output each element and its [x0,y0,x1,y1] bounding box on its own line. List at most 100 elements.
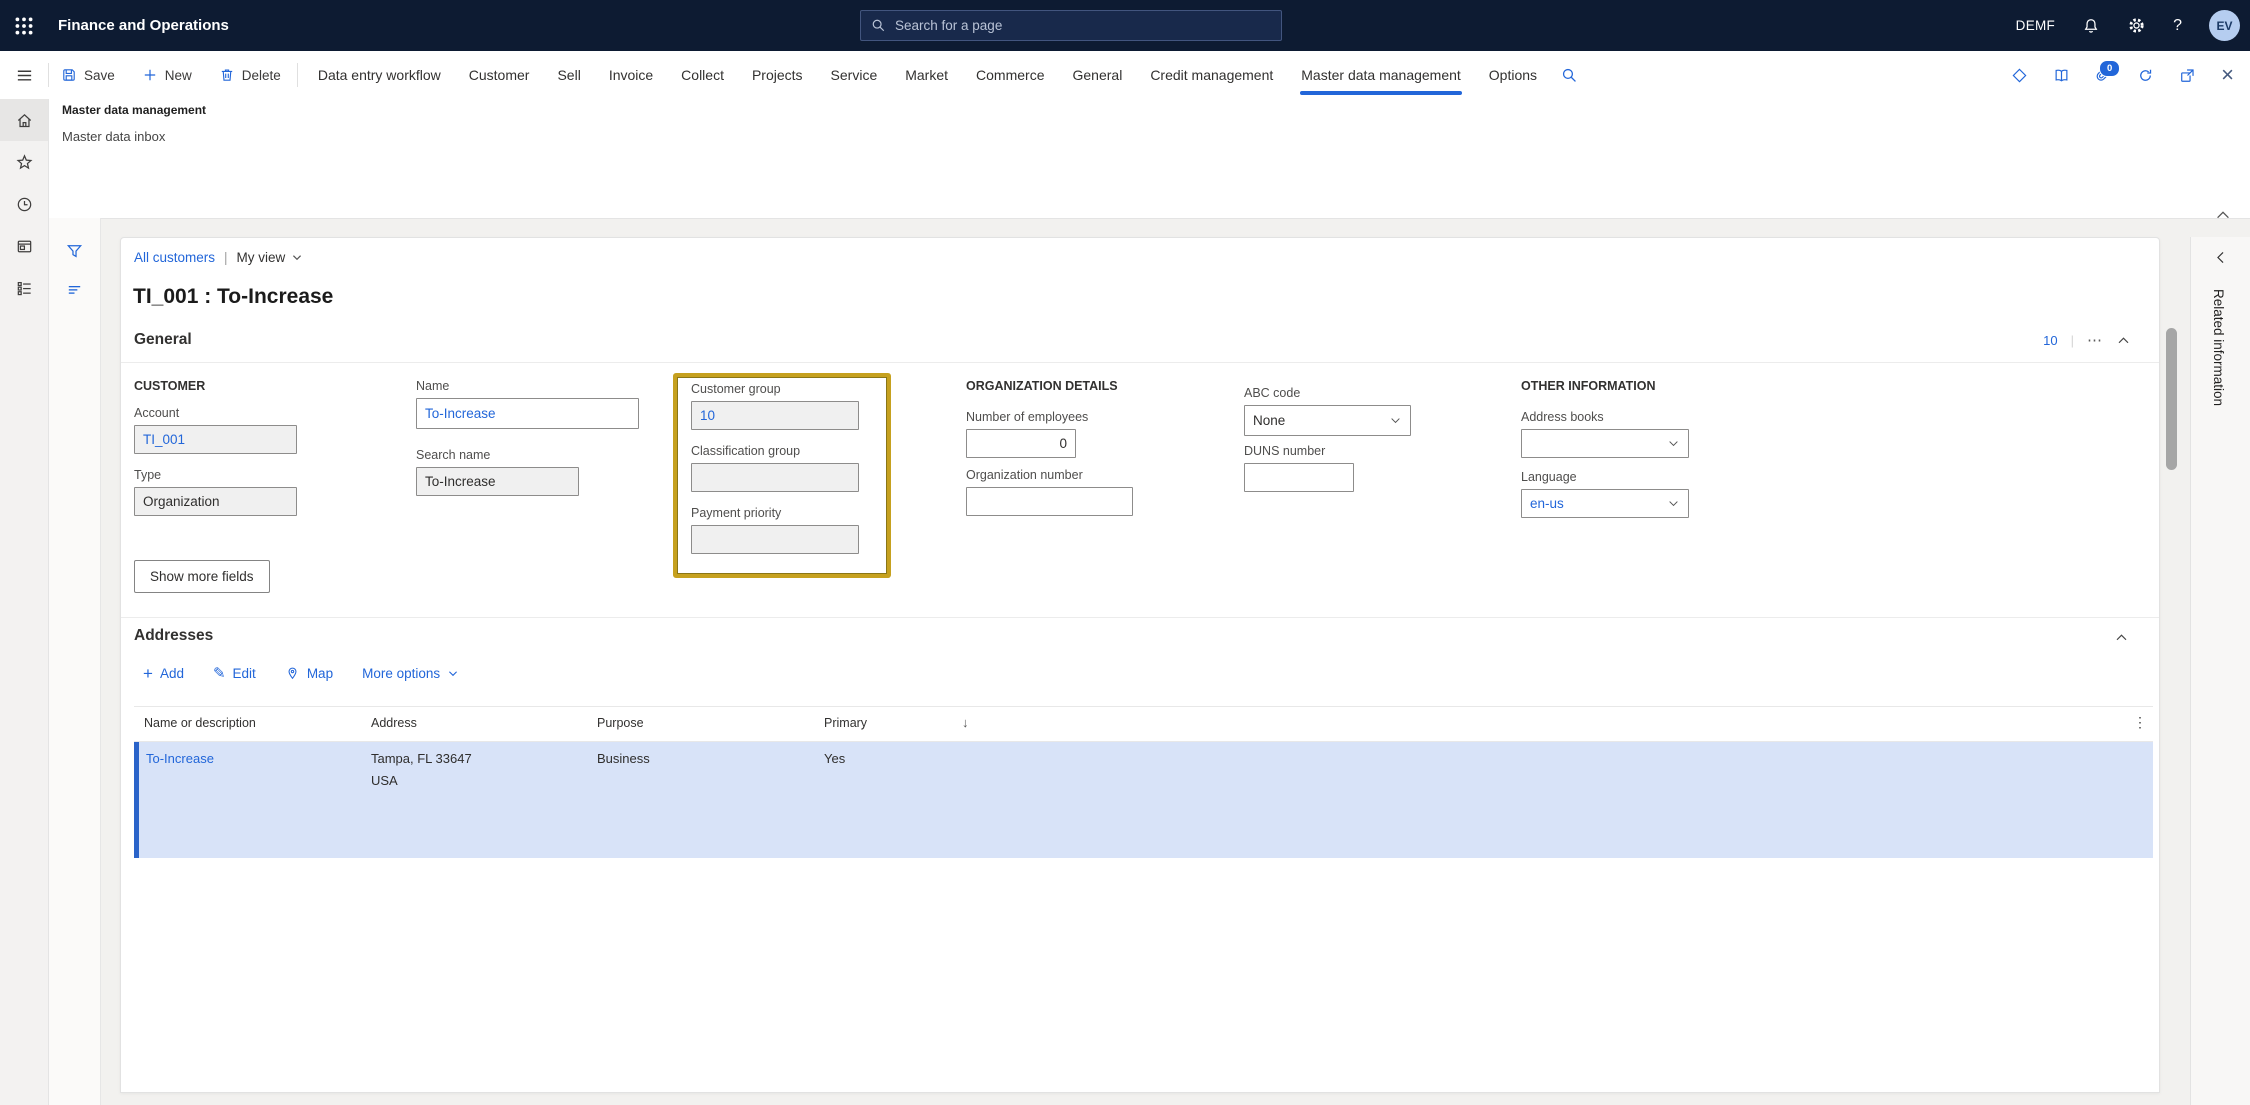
address-row-selected[interactable]: To-Increase Tampa, FL 33647 USA Business… [134,742,2153,858]
more-options-button[interactable]: More options [362,666,459,681]
nav-favorites[interactable] [0,141,48,183]
customer-group-input[interactable]: 10 [691,401,859,430]
collapse-addresses-chevron-icon[interactable] [2114,632,2129,643]
account-field: Account TI_001 [134,406,297,454]
other-information-heading: OTHER INFORMATION [1521,379,1655,393]
star-icon [15,153,34,172]
duns-number-input[interactable] [1244,463,1354,492]
refresh-icon[interactable] [2137,67,2154,84]
close-page-icon[interactable]: × [2221,64,2234,86]
tab-credit-management[interactable]: Credit management [1136,51,1287,99]
add-address-button[interactable]: + Add [143,665,184,682]
type-field: Type Organization [134,468,297,516]
tab-master-data-management[interactable]: Master data management [1287,51,1475,99]
task-list-icon[interactable] [48,270,100,308]
show-more-fields-button[interactable]: Show more fields [134,560,270,593]
divider: | [2071,333,2074,348]
workspace-window-icon [15,237,34,256]
modules-list-icon [15,279,34,298]
section-divider [121,362,2159,363]
account-input[interactable]: TI_001 [134,425,297,454]
settings-gear-icon[interactable] [2127,16,2146,35]
tab-options[interactable]: Options [1475,51,1551,99]
sort-descending-icon[interactable]: ↓ [962,715,969,730]
nav-workspaces[interactable] [0,225,48,267]
save-button[interactable]: Save [61,67,115,83]
app-launcher-icon[interactable] [0,0,48,51]
abc-code-select[interactable]: None [1244,405,1411,436]
command-group: Save New Delete [49,67,297,83]
search-name-input[interactable]: To-Increase [416,467,579,496]
number-of-employees-input[interactable]: 0 [966,429,1076,458]
cell-primary: Yes [824,751,845,766]
col-header-name[interactable]: Name or description [144,716,256,730]
collapse-header-chevron-icon[interactable] [2214,208,2232,222]
filter-funnel-icon[interactable] [48,232,100,270]
tab-market[interactable]: Market [891,51,962,99]
power-apps-icon[interactable] [2011,67,2028,84]
col-header-purpose[interactable]: Purpose [597,716,644,730]
tab-service[interactable]: Service [817,51,892,99]
app-screen: Finance and Operations Search for a page… [0,0,2250,1105]
open-in-new-window-icon[interactable] [2179,67,2196,84]
environment-badge[interactable]: DEMF [2016,18,2055,33]
tab-customer[interactable]: Customer [455,51,544,99]
more-options-icon[interactable]: ⋯ [2087,336,2103,346]
col-header-primary[interactable]: Primary [824,716,867,730]
task-guide-icon[interactable] [2053,67,2070,84]
action-pane-right-icons: 0 × [2011,64,2250,86]
save-icon [61,67,77,83]
tab-collect[interactable]: Collect [667,51,738,99]
col-header-address[interactable]: Address [371,716,417,730]
type-input[interactable]: Organization [134,487,297,516]
address-books-select[interactable] [1521,429,1689,458]
cell-address-line1: Tampa, FL 33647 [371,751,472,766]
notifications-bell-icon[interactable] [2082,17,2100,35]
payment-priority-input[interactable] [691,525,859,554]
cell-name[interactable]: To-Increase [146,751,214,766]
action-pane-search-icon[interactable] [1561,67,1578,84]
hamburger-menu-icon[interactable] [0,51,48,99]
addresses-section-title[interactable]: Addresses [134,627,213,645]
vertical-scrollbar[interactable] [2166,328,2177,470]
tab-general[interactable]: General [1059,51,1137,99]
nav-modules[interactable] [0,267,48,309]
chevron-down-icon [447,669,459,678]
delete-button[interactable]: Delete [219,67,281,83]
user-avatar[interactable]: EV [2209,10,2240,41]
edit-address-button[interactable]: ✎ Edit [213,666,256,681]
classification-group-input[interactable] [691,463,859,492]
language-select[interactable]: en-us [1521,489,1689,518]
organization-number-input[interactable] [966,487,1133,516]
tab-sell[interactable]: Sell [543,51,594,99]
add-icon [142,67,158,83]
divider [297,63,298,87]
tab-data-entry-workflow[interactable]: Data entry workflow [304,51,455,99]
expand-panel-chevron-icon[interactable] [2213,249,2228,266]
name-input[interactable]: To-Increase [416,398,639,429]
help-icon[interactable]: ? [2173,17,2182,35]
collapse-general-chevron-icon[interactable] [2116,335,2131,346]
all-customers-link[interactable]: All customers [134,250,215,265]
grid-options-kebab-icon[interactable]: ⋮ [2133,714,2147,731]
top-app-bar: Finance and Operations Search for a page… [0,0,2250,51]
tab-commerce[interactable]: Commerce [962,51,1058,99]
general-section-title[interactable]: General [134,331,192,349]
customer-detail-card: All customers | My view TI_001 : To-Incr… [120,237,2160,1093]
new-button[interactable]: New [142,67,192,83]
general-summary-value: 10 [2043,333,2057,348]
attachments-icon[interactable]: 0 [2095,67,2112,84]
global-search-input[interactable]: Search for a page [860,10,1282,41]
workspace-item-master-data-inbox[interactable]: Master data inbox [62,129,165,144]
tab-projects[interactable]: Projects [738,51,817,99]
related-information-label[interactable]: Related information [2211,289,2226,406]
nav-home[interactable] [0,99,48,141]
tab-invoice[interactable]: Invoice [595,51,667,99]
name-field: Name To-Increase [416,379,639,429]
view-selector[interactable]: My view [237,250,304,265]
duns-number-field: DUNS number [1244,444,1354,492]
map-button[interactable]: Map [285,666,333,681]
search-placeholder: Search for a page [895,18,1002,33]
nav-recent[interactable] [0,183,48,225]
cell-purpose: Business [597,751,650,766]
